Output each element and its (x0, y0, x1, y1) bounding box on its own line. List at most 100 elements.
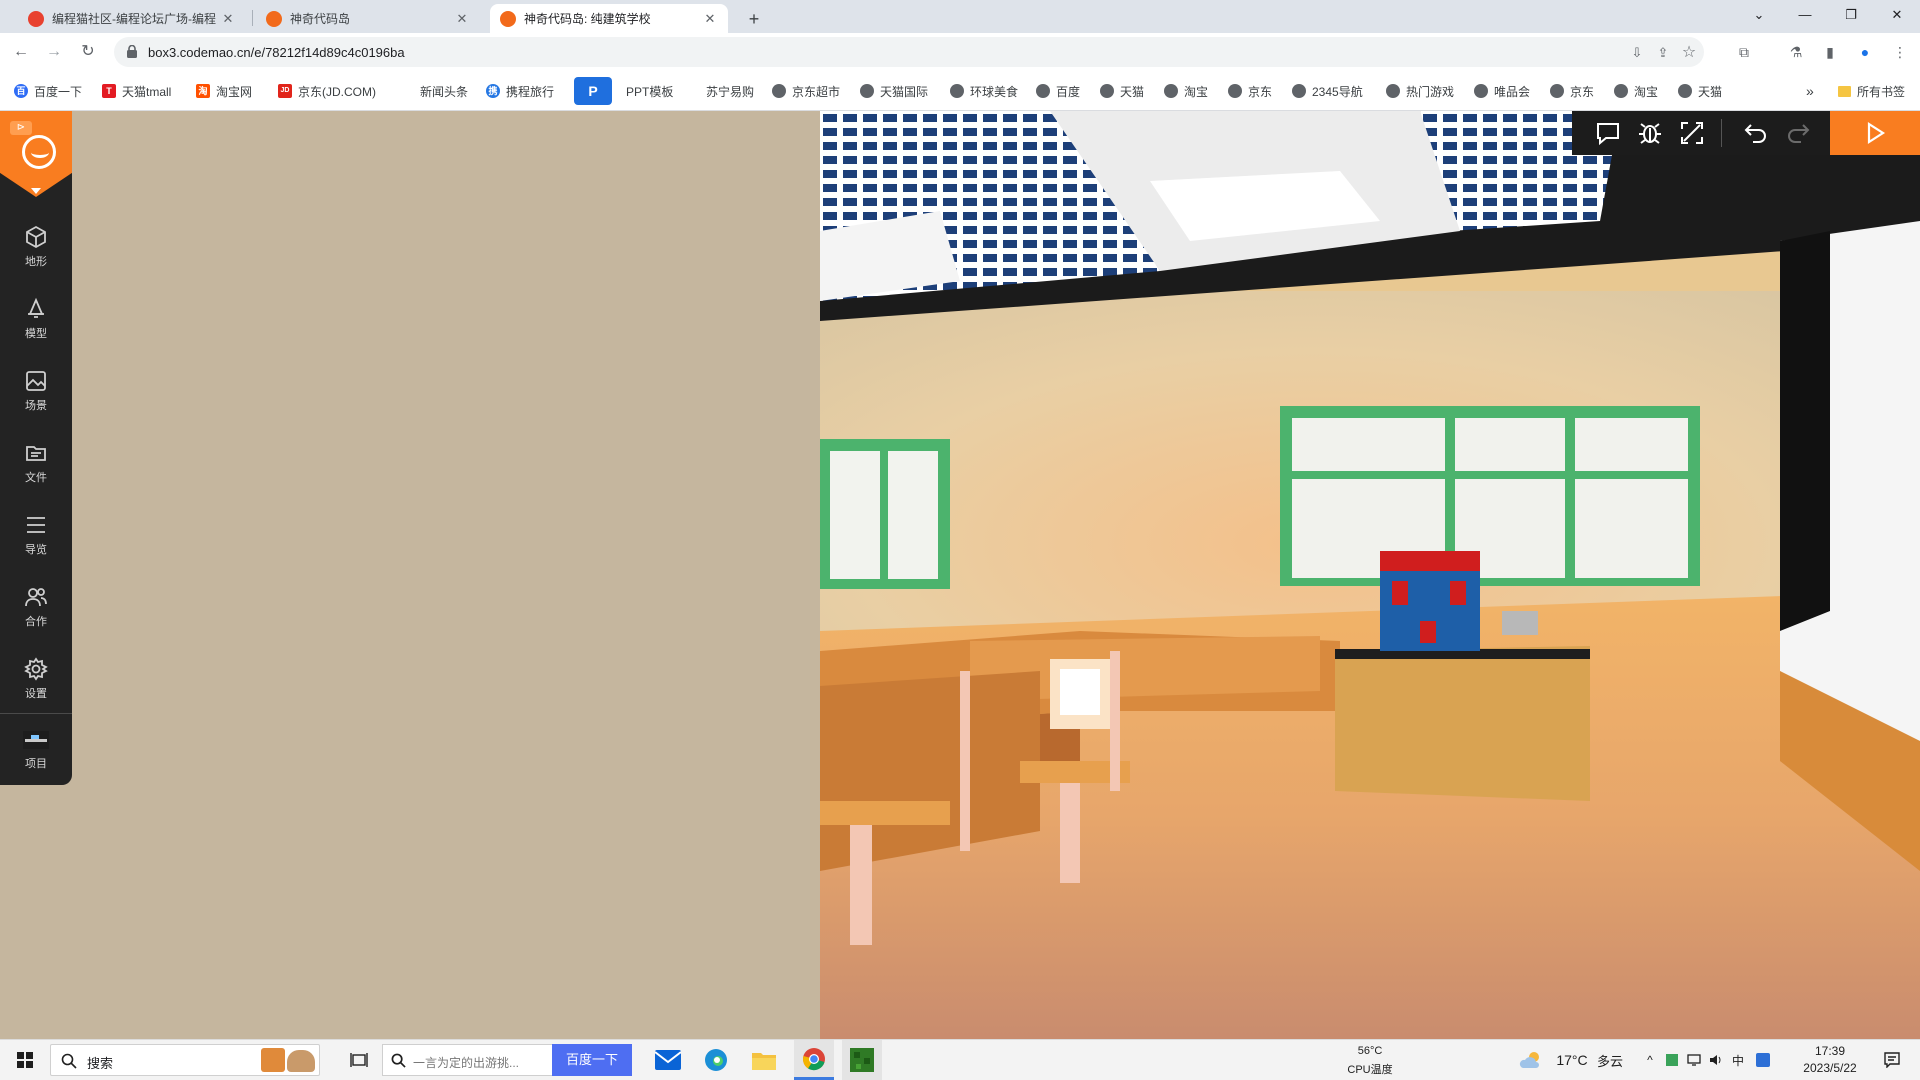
bookmark-item[interactable]: 环球美食 (950, 82, 1018, 100)
bookmark-item[interactable]: 淘淘宝网 (196, 82, 252, 100)
bookmark-item[interactable]: 天猫国际 (860, 82, 928, 100)
bookmark-item[interactable]: 天猫 (1100, 82, 1144, 100)
clock-date[interactable]: 2023/5/22 (1792, 1061, 1868, 1075)
box3-editor: ⊳ 地形 模型 场景 文件 导览 合作 设置 项目 (0, 111, 1920, 1039)
notification-icon (1884, 1052, 1900, 1068)
bookmark-item[interactable]: 新闻头条 (420, 82, 468, 100)
ppt-icon: P (574, 77, 612, 105)
minecraft-icon (850, 1048, 874, 1072)
bookmark-item[interactable]: 携携程旅行 (486, 82, 554, 100)
bookmark-item[interactable]: JD 京东(JD.COM) (278, 82, 376, 100)
close-tab-icon[interactable]: ✕ (220, 11, 236, 27)
notification-center-button[interactable] (1874, 1040, 1910, 1080)
address-bar[interactable]: box3.codemao.cn/e/78212f14d89c4c0196ba ⇩… (114, 37, 1704, 67)
taskbar-search-box[interactable]: 搜索 (50, 1044, 320, 1076)
panel-toggle-icon[interactable]: ⊳ (10, 121, 32, 135)
bookmark-star-icon[interactable]: ☆ (1680, 44, 1698, 62)
volume-icon[interactable] (1706, 1040, 1726, 1080)
weather-icon[interactable] (1518, 1040, 1544, 1080)
labs-icon[interactable]: ⚗ (1786, 42, 1806, 62)
ime-mode-icon[interactable] (1752, 1040, 1774, 1080)
ctrip-icon: 携 (486, 84, 500, 98)
run-button[interactable] (1830, 111, 1920, 155)
sidebar-item-scene[interactable]: 场景 (0, 363, 72, 427)
taskbar-app-chrome[interactable] (794, 1040, 834, 1080)
taskbar-app-mail[interactable] (650, 1040, 686, 1080)
bookmarks-overflow-button[interactable]: » (1806, 82, 1814, 100)
share-icon[interactable]: ⇪ (1654, 44, 1672, 62)
windows-logo-icon (17, 1052, 33, 1068)
cpu-temperature-label: CPU温度 (1347, 1064, 1393, 1076)
web-search-button[interactable]: 百度一下 (552, 1044, 632, 1076)
close-window-button[interactable]: ✕ (1874, 0, 1920, 30)
bookmark-item[interactable]: 京东 (1550, 82, 1594, 100)
globe-icon (1164, 84, 1178, 98)
sidebar-item-file[interactable]: 文件 (0, 435, 72, 499)
bookmark-item[interactable]: 唯品会 (1474, 82, 1530, 100)
task-view-button[interactable] (344, 1040, 374, 1080)
install-app-icon[interactable]: ⇩ (1628, 44, 1646, 62)
all-bookmarks-button[interactable]: 所有书签 (1838, 82, 1905, 100)
bookmark-item[interactable]: 天猫 (1678, 82, 1722, 100)
sidebar-item-collaborate[interactable]: 合作 (0, 579, 72, 643)
tray-expand-button[interactable]: ^ (1640, 1040, 1660, 1080)
gear-icon (24, 657, 48, 681)
debug-bug-icon[interactable] (1636, 119, 1664, 147)
new-tab-button[interactable]: + (740, 7, 768, 31)
clock-time[interactable]: 17:39 (1792, 1044, 1868, 1058)
globe-icon (1100, 84, 1114, 98)
start-button[interactable] (8, 1040, 42, 1080)
sidebar-divider (0, 713, 72, 714)
side-panel-icon[interactable]: ▮ (1820, 42, 1840, 62)
network-icon[interactable] (1684, 1040, 1704, 1080)
sidebar-item-model[interactable]: 模型 (0, 291, 72, 355)
sidebar-item-settings[interactable]: 设置 (0, 651, 72, 715)
bookmark-item[interactable]: 京东 (1228, 82, 1272, 100)
bookmark-item[interactable]: 淘宝 (1164, 82, 1208, 100)
bookmark-item[interactable]: T 天猫tmall (102, 82, 171, 100)
bookmark-label: 苏宁易购 (706, 84, 755, 99)
extensions-icon[interactable]: ⧉ (1734, 42, 1754, 62)
browser-menu-icon[interactable]: ⋮ (1890, 42, 1910, 62)
tab-box3-school[interactable]: 神奇代码岛: 纯建筑学校 ✕ (490, 4, 728, 33)
back-button[interactable]: ← (8, 39, 34, 65)
taskbar-app-minecraft[interactable] (842, 1040, 882, 1080)
cube-icon (26, 225, 46, 249)
close-tab-icon[interactable]: ✕ (702, 11, 718, 27)
profile-avatar-icon[interactable]: ● (1855, 42, 1875, 62)
bookmark-item[interactable]: 2345导航 (1292, 82, 1363, 100)
restore-button[interactable]: ❐ (1828, 0, 1874, 30)
bookmark-item[interactable]: 热门游戏 (1386, 82, 1454, 100)
url-text[interactable]: box3.codemao.cn/e/78212f14d89c4c0196ba (148, 45, 405, 60)
fullscreen-icon[interactable] (1678, 119, 1706, 147)
taskbar-app-explorer[interactable] (746, 1040, 782, 1080)
bookmark-item[interactable]: 京东超市 (772, 82, 840, 100)
reload-button[interactable]: ↻ (75, 39, 101, 65)
bookmark-item[interactable]: P PPT模板 (574, 77, 673, 105)
undo-icon[interactable] (1742, 119, 1770, 147)
box3-logo[interactable]: ⊳ (0, 111, 72, 197)
bookmark-item[interactable]: 百百度一下 (14, 82, 82, 100)
3d-viewport[interactable] (820, 111, 1920, 1039)
bookmark-item[interactable]: 淘宝 (1614, 82, 1658, 100)
ime-indicator[interactable]: 中 (1728, 1040, 1748, 1080)
minimize-button[interactable]: — (1782, 0, 1828, 30)
tab-codemao-community[interactable]: 编程猫社区-编程论坛广场-编程 ✕ (18, 4, 246, 33)
sidebar-item-label: 地形 (25, 256, 47, 268)
globe-icon (1228, 84, 1242, 98)
web-search-input[interactable]: 一言为定的出游挑... (382, 1044, 552, 1076)
bookmark-item[interactable]: 百度 (1036, 82, 1080, 100)
sidebar-item-guide[interactable]: 导览 (0, 507, 72, 571)
redo-icon[interactable] (1784, 119, 1812, 147)
edge-icon (705, 1049, 727, 1071)
sidebar-item-project[interactable]: 项目 (0, 723, 72, 787)
tab-box3[interactable]: 神奇代码岛 ✕ (256, 4, 480, 33)
taskbar-app-edge[interactable] (698, 1040, 734, 1080)
chat-icon[interactable] (1594, 119, 1622, 147)
bookmark-item[interactable]: 苏宁易购 (706, 82, 754, 100)
tab-search-button[interactable]: ⌄ (1736, 0, 1782, 30)
close-tab-icon[interactable]: ✕ (454, 11, 470, 27)
tray-app-icon[interactable] (1662, 1040, 1682, 1080)
forward-button[interactable]: → (41, 39, 67, 65)
sidebar-item-terrain[interactable]: 地形 (0, 219, 72, 283)
